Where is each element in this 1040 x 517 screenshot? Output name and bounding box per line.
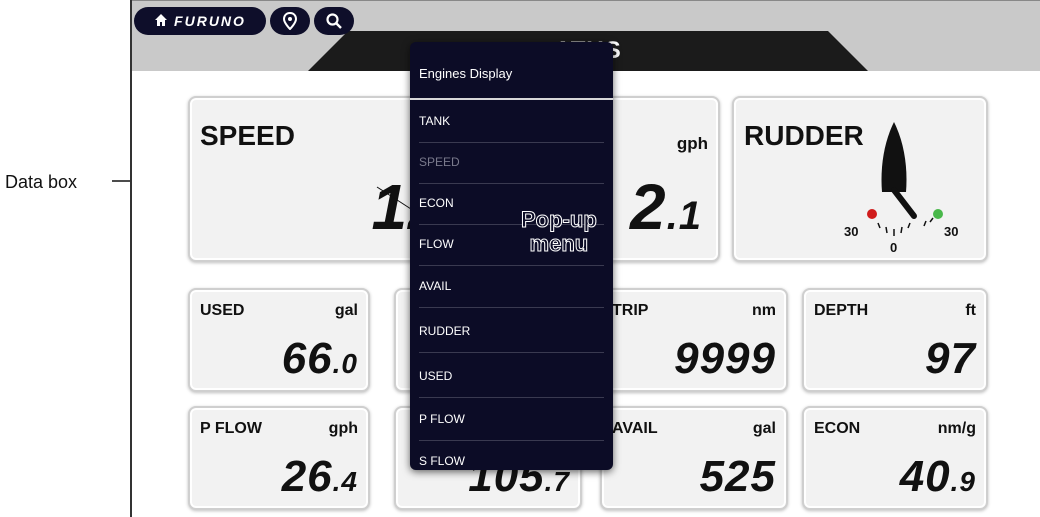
avail-data-box[interactable]: AVAIL gal 525 [600, 406, 788, 510]
pflow-unit: gph [328, 420, 358, 437]
trip-label: TRIP [612, 302, 649, 319]
menu-item-used[interactable]: USED [410, 357, 613, 398]
popup-menu: Engines Display TANK SPEED ECON FLOW AVA… [410, 42, 613, 470]
menu-item-avail[interactable]: AVAIL [410, 267, 613, 308]
pflow-label: P FLOW [200, 420, 262, 437]
trip-data-box[interactable]: TRIP nm 9999 [600, 288, 788, 392]
depth-label: DEPTH [814, 302, 869, 319]
speed-data-box[interactable]: SPEED knot 12.0 [188, 96, 479, 262]
speed-label: SPEED [200, 120, 295, 151]
pflow-data-box[interactable]: P FLOW gph 26.4 [188, 406, 370, 510]
menu-item-speed: SPEED [410, 143, 613, 184]
starboard-indicator [933, 209, 943, 219]
svg-text:0: 0 [890, 240, 897, 255]
search-icon [326, 13, 342, 29]
svg-text:30: 30 [844, 224, 858, 239]
rudder-gauge-icon: 30 0 30 [844, 122, 958, 255]
furuno-logo: FURUNO [174, 13, 246, 29]
home-icon [154, 13, 168, 30]
flow-data-box[interactable]: gph 2.1 [602, 96, 720, 262]
avail-value: 525 [699, 452, 776, 501]
annotation-pointer-icon [376, 186, 412, 210]
popup-menu-annotation: Pop-up menu [521, 207, 598, 256]
depth-value: 97 [925, 334, 976, 383]
used-unit: gal [334, 302, 358, 319]
depth-data-box[interactable]: DEPTH ft 97 [802, 288, 988, 392]
popup-header: Engines Display [410, 42, 613, 98]
trip-value: 9999 [674, 334, 776, 383]
menu-item-sflow[interactable]: S FLOW [410, 442, 613, 470]
location-pin-button[interactable] [270, 7, 310, 35]
search-button[interactable] [314, 7, 354, 35]
port-indicator [867, 209, 877, 219]
avail-unit: gal [752, 420, 776, 437]
svg-text:30: 30 [944, 224, 958, 239]
menu-item-pflow[interactable]: P FLOW [410, 400, 613, 441]
econ-label: ECON [814, 420, 861, 437]
menu-item-tank[interactable]: TANK [410, 102, 613, 143]
popup-divider [410, 98, 613, 100]
econ-unit: nm/g [937, 420, 976, 437]
home-button[interactable]: FURUNO [134, 7, 266, 35]
flow-unit: gph [676, 134, 708, 153]
avail-label: AVAIL [612, 420, 658, 437]
pflow-value: 26.4 [281, 452, 358, 501]
location-pin-icon [282, 12, 298, 30]
menu-item-rudder[interactable]: RUDDER [410, 312, 613, 353]
used-data-box[interactable]: USED gal 66.0 [188, 288, 370, 392]
flow-value: 2.1 [630, 171, 702, 243]
used-value: 66.0 [281, 334, 358, 383]
used-label: USED [200, 302, 245, 319]
trip-unit: nm [752, 302, 776, 319]
popup-title: Engines Display [419, 66, 513, 81]
econ-data-box[interactable]: ECON nm/g 40.9 [802, 406, 988, 510]
econ-value: 40.9 [899, 452, 976, 501]
data-box-annotation: Data box [5, 172, 78, 192]
depth-unit: ft [965, 302, 976, 319]
rudder-data-box[interactable]: RUDDER 30 0 30 [732, 96, 988, 262]
